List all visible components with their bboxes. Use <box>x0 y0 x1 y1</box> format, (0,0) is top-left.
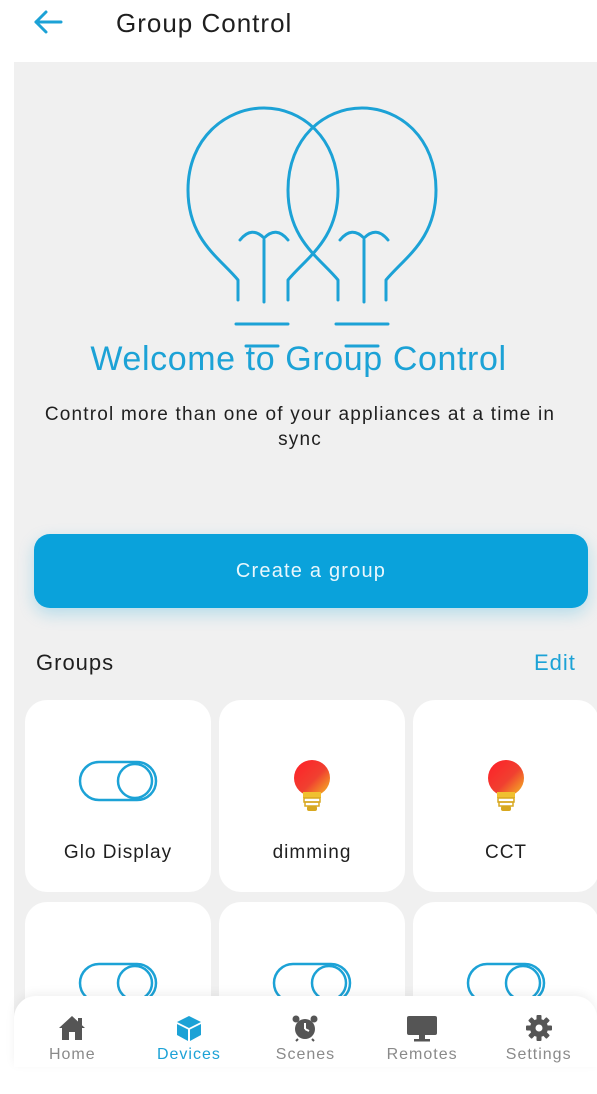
group-card-glo-display[interactable]: Glo Display <box>25 700 211 892</box>
bottom-navigation: Home Devices Scenes Remotes Settings <box>14 996 597 1067</box>
create-group-button[interactable]: Create a group <box>34 534 588 608</box>
nav-label: Devices <box>156 1046 221 1063</box>
nav-home[interactable]: Home <box>14 996 131 1067</box>
back-button[interactable] <box>28 6 68 42</box>
monitor-icon <box>406 1014 438 1042</box>
group-card-label: CCT <box>484 842 528 863</box>
cube-icon <box>175 1014 203 1042</box>
app-header: Group Control <box>0 0 597 58</box>
nav-label: Home <box>48 1046 96 1063</box>
nav-label: Scenes <box>275 1046 336 1063</box>
lightbulb-icon <box>219 758 405 816</box>
nav-label: Remotes <box>386 1046 458 1063</box>
nav-settings[interactable]: Settings <box>480 996 597 1067</box>
group-card-cct[interactable]: CCT <box>413 700 597 892</box>
alarm-clock-icon <box>291 1014 319 1042</box>
lightbulb-icon <box>413 758 597 816</box>
toggle-icon <box>25 760 211 802</box>
page-title: Group Control <box>116 8 293 38</box>
welcome-subtitle: Control more than one of your appliances… <box>44 404 556 450</box>
home-icon <box>57 1014 87 1042</box>
nav-devices[interactable]: Devices <box>131 996 248 1067</box>
group-card-label: Glo Display <box>63 842 173 863</box>
nav-scenes[interactable]: Scenes <box>247 996 364 1067</box>
group-card-label: dimming <box>272 842 352 863</box>
group-card-dimming[interactable]: dimming <box>219 700 405 892</box>
nav-remotes[interactable]: Remotes <box>364 996 481 1067</box>
welcome-heading: Welcome to Group Control <box>90 340 507 378</box>
groups-heading: Groups <box>36 650 115 675</box>
two-lightbulbs-icon <box>160 80 450 365</box>
arrow-left-icon <box>33 9 63 40</box>
nav-label: Settings <box>505 1046 572 1063</box>
edit-groups-link[interactable]: Edit <box>534 650 576 676</box>
gear-icon <box>525 1014 553 1042</box>
